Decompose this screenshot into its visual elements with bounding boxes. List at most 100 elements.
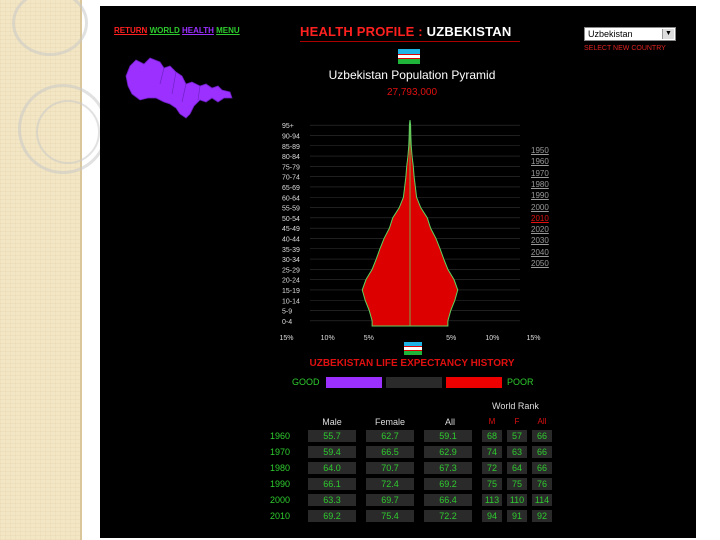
row-year: 1960: [270, 431, 291, 441]
x-tick-label: 5%: [446, 335, 456, 340]
age-group-label: 0-4: [282, 319, 292, 326]
cell-world-rank: 75: [507, 478, 527, 490]
year-link-2000[interactable]: 2000: [531, 203, 549, 212]
cell-world-rank: 63: [507, 446, 527, 458]
year-link-2010[interactable]: 2010: [531, 214, 549, 223]
age-group-label: 45-49: [282, 226, 300, 233]
cell-world-rank: 64: [507, 462, 527, 474]
cell-female: 69.7: [366, 494, 414, 506]
col-header-male: Male: [322, 417, 342, 427]
x-tick-label: 10%: [485, 335, 499, 340]
cell-world-rank: 76: [532, 478, 552, 490]
cell-male: 69.2: [308, 510, 356, 522]
cell-all: 62.9: [424, 446, 472, 458]
col-header-all: All: [444, 417, 455, 427]
age-group-label: 90-94: [282, 133, 300, 140]
age-group-label: 80-84: [282, 154, 300, 161]
age-group-label: 35-39: [282, 247, 300, 254]
population-pyramid-chart: 95+ 90-94 85-89 80-84 75-79 70-74 65-69 60-64 55…: [280, 119, 541, 340]
slide-divider: [80, 0, 82, 540]
nav-world-link[interactable]: WORLD: [150, 26, 180, 35]
cell-world-rank: 113: [482, 494, 502, 506]
cell-male: 59.4: [308, 446, 356, 458]
cell-world-rank: 72: [482, 462, 502, 474]
uzbekistan-flag-icon: [398, 49, 420, 64]
uzbekistan-map-shape: [125, 57, 233, 119]
cell-world-rank: 114: [532, 494, 552, 506]
year-link-1950[interactable]: 1950: [531, 146, 549, 155]
page-title: HEALTH PROFILE : UZBEKISTAN: [300, 24, 511, 39]
age-group-label: 55-59: [282, 206, 300, 213]
cell-world-rank: 94: [482, 510, 502, 522]
cell-all: 67.3: [424, 462, 472, 474]
life-expectancy-title: UZBEKISTAN LIFE EXPECTANCY HISTORY: [309, 358, 515, 369]
country-select[interactable]: Uzbekistan ▼: [584, 27, 676, 41]
col-header-rank-m: M: [488, 417, 496, 426]
x-tick-label: 10%: [321, 335, 335, 340]
country-map: [120, 54, 240, 134]
x-tick-label: 15%: [526, 335, 540, 340]
chevron-down-icon[interactable]: ▼: [662, 29, 674, 39]
cell-world-rank: 66: [532, 462, 552, 474]
age-group-label: 40-44: [282, 236, 300, 243]
cell-female: 62.7: [366, 430, 414, 442]
age-group-label: 95+: [282, 123, 294, 130]
year-link-1980[interactable]: 1980: [531, 180, 549, 189]
cell-male: 64.0: [308, 462, 356, 474]
world-rank-header: World Rank: [492, 401, 539, 411]
cell-world-rank: 74: [482, 446, 502, 458]
row-year: 2010: [270, 511, 291, 521]
cell-world-rank: 110: [507, 494, 527, 506]
country-select-value: Uzbekistan: [588, 29, 633, 39]
year-link-2050[interactable]: 2050: [531, 259, 549, 268]
year-link-1970[interactable]: 1970: [531, 169, 549, 178]
age-group-label: 75-79: [282, 164, 300, 171]
age-group-label: 10-14: [282, 298, 300, 305]
top-nav: RETURN WORLD HEALTH MENU: [114, 26, 240, 35]
cell-world-rank: 66: [532, 446, 552, 458]
x-tick-label: 15%: [280, 335, 294, 340]
cell-all: 69.2: [424, 478, 472, 490]
nav-return-link[interactable]: RETURN: [114, 26, 147, 35]
slide-left-panel: [0, 0, 80, 540]
nav-menu-link[interactable]: MENU: [216, 26, 240, 35]
health-profile-screen: RETURN WORLD HEALTH MENU HEALTH PROFILE …: [100, 6, 696, 538]
age-group-label: 20-24: [282, 278, 300, 285]
cell-female: 70.7: [366, 462, 414, 474]
year-link-1990[interactable]: 1990: [531, 191, 549, 200]
col-header-female: Female: [374, 417, 405, 427]
select-country-hint: SELECT NEW COUNTRY: [584, 45, 666, 52]
title-prefix: HEALTH PROFILE :: [300, 24, 423, 39]
legend-good-swatch: [326, 377, 382, 388]
col-header-rank-all: All: [537, 417, 547, 426]
cell-all: 72.2: [424, 510, 472, 522]
pyramid-title: Uzbekistan Population Pyramid: [328, 68, 496, 82]
row-year: 1990: [270, 479, 291, 489]
cell-female: 72.4: [366, 478, 414, 490]
age-group-label: 50-54: [282, 216, 300, 223]
row-year: 2000: [270, 495, 291, 505]
cell-male: 66.1: [308, 478, 356, 490]
cell-all: 59.1: [424, 430, 472, 442]
year-link-2040[interactable]: 2040: [531, 248, 549, 257]
year-link-2030[interactable]: 2030: [531, 236, 549, 245]
legend-poor-label: POOR: [507, 377, 534, 387]
x-tick-label: 5%: [364, 335, 374, 340]
decorative-ring: [36, 100, 100, 164]
year-link-1960[interactable]: 1960: [531, 157, 549, 166]
legend-poor-swatch: [446, 377, 502, 388]
year-link-2020[interactable]: 2020: [531, 225, 549, 234]
age-group-label: 5-9: [282, 309, 292, 316]
uzbekistan-flag-icon: [404, 342, 422, 355]
age-group-label: 15-19: [282, 288, 300, 295]
col-header-rank-f: F: [514, 417, 520, 426]
cell-world-rank: 92: [532, 510, 552, 522]
cell-female: 66.5: [366, 446, 414, 458]
row-year: 1970: [270, 447, 291, 457]
legend-good-label: GOOD: [292, 377, 320, 387]
age-group-label: 30-34: [282, 257, 300, 264]
age-group-label: 85-89: [282, 144, 300, 151]
nav-health-link[interactable]: HEALTH: [182, 26, 214, 35]
cell-world-rank: 66: [532, 430, 552, 442]
age-group-label: 65-69: [282, 185, 300, 192]
